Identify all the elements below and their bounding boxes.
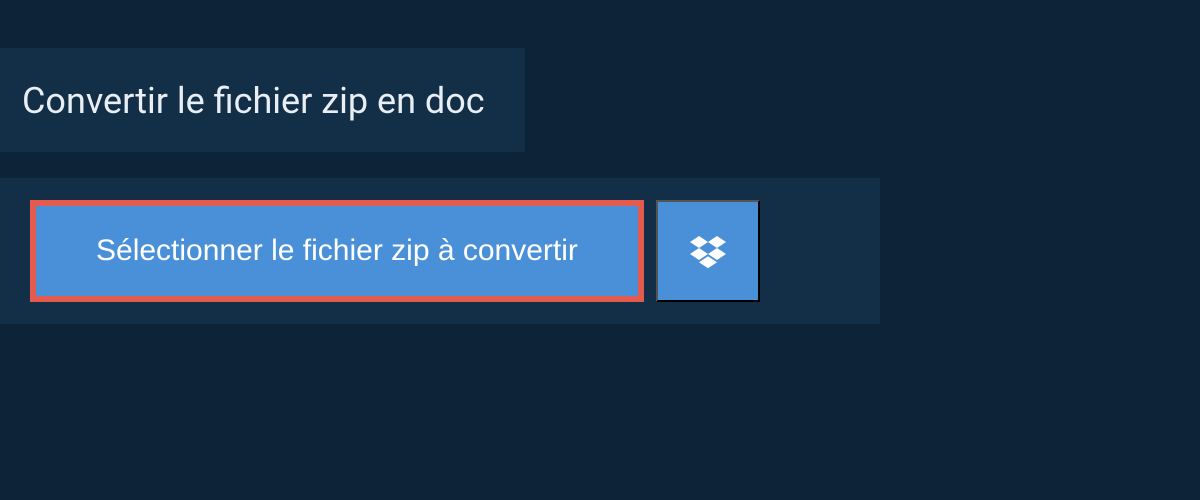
title-bar: Convertir le fichier zip en doc	[0, 48, 525, 152]
dropbox-button[interactable]	[656, 200, 760, 302]
select-file-button[interactable]: Sélectionner le fichier zip à convertir	[30, 200, 644, 302]
button-row: Sélectionner le fichier zip à convertir	[30, 200, 850, 302]
page-title: Convertir le fichier zip en doc	[22, 80, 485, 122]
dropbox-icon	[690, 233, 726, 269]
upload-panel: Sélectionner le fichier zip à convertir	[0, 178, 880, 324]
main-container: Convertir le fichier zip en doc Sélectio…	[0, 0, 1200, 324]
